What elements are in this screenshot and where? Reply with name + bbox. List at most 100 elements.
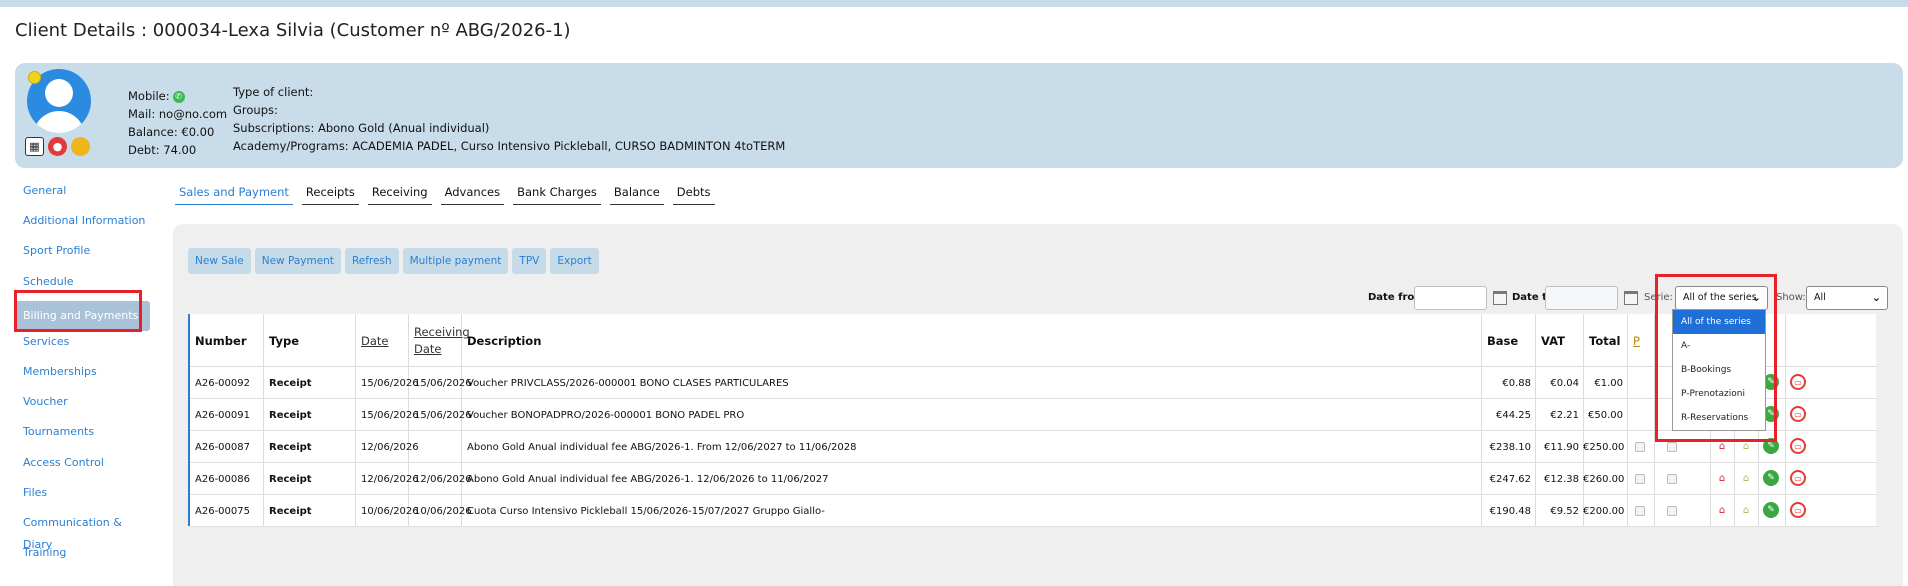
client-contact: Mobile: ✆ Mail: no@no.com Balance: €0.00 … xyxy=(128,87,227,159)
tab-debts[interactable]: Debts xyxy=(672,183,715,205)
client-info: Type of client: Groups: Subscriptions: A… xyxy=(233,83,785,155)
client-academy: Academy/Programs: ACADEMIA PADEL, Curso … xyxy=(233,139,786,153)
cell-number: A26-00086 xyxy=(195,474,250,485)
col-base[interactable]: Base xyxy=(1487,334,1518,348)
sidebar-item-tournaments[interactable]: Tournaments xyxy=(15,421,150,451)
print-icon[interactable]: ▭ xyxy=(1790,438,1806,454)
cell-description: Abono Gold Anual individual fee ABG/2026… xyxy=(467,442,857,453)
tab-bank-charges[interactable]: Bank Charges xyxy=(513,183,601,205)
paid-checkbox[interactable] xyxy=(1635,442,1645,452)
paid-checkbox[interactable] xyxy=(1635,506,1645,516)
col-number[interactable]: Number xyxy=(195,334,247,348)
top-bar xyxy=(0,0,1908,7)
col-description[interactable]: Description xyxy=(467,334,541,348)
edit-icon[interactable]: ✎ xyxy=(1763,502,1779,518)
sidebar-item-general[interactable]: General xyxy=(15,180,150,210)
show-select[interactable]: All ⌄ xyxy=(1806,286,1888,310)
print-icon[interactable]: ▭ xyxy=(1790,502,1806,518)
tpv-button[interactable]: TPV xyxy=(512,248,547,274)
cell-base: €238.10 xyxy=(1489,442,1531,453)
col-date[interactable]: Date xyxy=(361,334,389,348)
sidebar-item-voucher[interactable]: Voucher xyxy=(15,391,150,421)
cell-vat: €0.04 xyxy=(1550,378,1579,389)
whatsapp-icon[interactable]: ✆ xyxy=(172,91,185,103)
col-total[interactable]: Total xyxy=(1589,334,1620,348)
tab-receipts[interactable]: Receipts xyxy=(301,183,359,205)
row-checkbox[interactable] xyxy=(1667,442,1677,452)
cell-description: Voucher PRIVCLASS/2026-000001 BONO CLASE… xyxy=(467,378,789,389)
row-checkbox[interactable] xyxy=(1667,506,1677,516)
col-p[interactable]: P xyxy=(1633,334,1640,348)
new-payment-button[interactable]: New Payment xyxy=(254,248,341,274)
tab-balance[interactable]: Balance xyxy=(609,183,664,205)
tab-sales-and-payment[interactable]: Sales and Payment xyxy=(175,183,293,205)
cell-description: Abono Gold Anual individual fee ABG/2026… xyxy=(467,474,829,485)
receipt-icon[interactable]: ⌂ xyxy=(1714,502,1730,518)
cell-date: 15/06/2026 xyxy=(361,410,419,421)
card-icon[interactable] xyxy=(71,137,90,156)
cell-number: A26-00075 xyxy=(195,506,250,517)
cell-total: €50.00 xyxy=(1588,410,1623,421)
sidebar-item-sport-profile[interactable]: Sport Profile xyxy=(15,240,150,270)
paid-checkbox[interactable] xyxy=(1635,474,1645,484)
payment-icon[interactable]: ⌂ xyxy=(1738,502,1754,518)
print-icon[interactable]: ▭ xyxy=(1790,374,1806,390)
multiple-payment-button[interactable]: Multiple payment xyxy=(402,248,509,274)
table-row[interactable]: A26-00075 Receipt 10/06/2026 10/06/2026 … xyxy=(190,495,1878,527)
receipt-icon[interactable]: ⌂ xyxy=(1714,470,1730,486)
client-subscriptions: Subscriptions: Abono Gold (Anual individ… xyxy=(233,121,490,135)
page-title: Client Details : 000034-Lexa Silvia (Cus… xyxy=(15,20,571,41)
cell-total: €250.00 xyxy=(1583,442,1625,453)
print-icon[interactable]: ▭ xyxy=(1790,406,1806,422)
cell-date: 12/06/2026 xyxy=(361,442,419,453)
client-type: Type of client: xyxy=(233,85,314,99)
col-receiving[interactable]: Receiving xyxy=(414,325,470,339)
col-receiving-date[interactable]: Date xyxy=(414,342,442,356)
calendar-icon[interactable] xyxy=(1493,291,1507,305)
cell-type: Receipt xyxy=(269,410,312,421)
calendar-icon[interactable] xyxy=(1624,291,1638,305)
refresh-button[interactable]: Refresh xyxy=(344,248,399,274)
sidebar-item-memberships[interactable]: Memberships xyxy=(15,361,150,391)
sidebar-item-files[interactable]: Files xyxy=(15,482,150,512)
qr-code-icon[interactable]: ▦ xyxy=(25,137,44,156)
payment-icon[interactable]: ⌂ xyxy=(1738,470,1754,486)
cell-date: 15/06/2026 xyxy=(361,378,419,389)
cell-number: A26-00087 xyxy=(195,442,250,453)
cell-receiving: 10/06/2026 xyxy=(414,506,472,517)
print-icon[interactable]: ▭ xyxy=(1790,470,1806,486)
col-type[interactable]: Type xyxy=(269,334,299,348)
camera-icon[interactable]: ● xyxy=(48,137,67,156)
cell-total: €260.00 xyxy=(1583,474,1625,485)
table-row[interactable]: A26-00087 Receipt 12/06/2026 Abono Gold … xyxy=(190,431,1878,463)
edit-icon[interactable]: ✎ xyxy=(1763,470,1779,486)
cell-type: Receipt xyxy=(269,442,312,453)
sidebar-item-services[interactable]: Services xyxy=(15,331,150,361)
export-button[interactable]: Export xyxy=(550,248,599,274)
tab-receiving[interactable]: Receiving xyxy=(367,183,432,205)
row-checkbox[interactable] xyxy=(1667,474,1677,484)
cell-type: Receipt xyxy=(269,506,312,517)
table-row[interactable]: A26-00092 Receipt 15/06/2026 15/06/2026 … xyxy=(190,367,1878,399)
sidebar-item-training[interactable]: Training xyxy=(15,542,150,572)
date-to-input[interactable] xyxy=(1545,286,1618,310)
cell-receiving: 15/06/2026 xyxy=(414,410,472,421)
sales-panel: New Sale New Payment Refresh Multiple pa… xyxy=(173,224,1903,586)
table-row[interactable]: A26-00086 Receipt 12/06/2026 12/06/2026 … xyxy=(190,463,1878,495)
tab-advances[interactable]: Advances xyxy=(440,183,505,205)
sidebar-item-additional-information[interactable]: Additional Information xyxy=(15,210,150,240)
show-label: Show: xyxy=(1776,292,1806,303)
client-mail: Mail: no@no.com xyxy=(128,107,228,121)
cell-vat: €2.21 xyxy=(1550,410,1579,421)
cell-number: A26-00092 xyxy=(195,378,250,389)
sidebar-item-access-control[interactable]: Access Control xyxy=(15,452,150,482)
tab-bar: Sales and Payment Receipts Receiving Adv… xyxy=(175,183,715,205)
table-row[interactable]: A26-00091 Receipt 15/06/2026 15/06/2026 … xyxy=(190,399,1878,431)
date-from-input[interactable] xyxy=(1414,286,1487,310)
cell-type: Receipt xyxy=(269,378,312,389)
new-sale-button[interactable]: New Sale xyxy=(188,248,251,274)
cell-base: €247.62 xyxy=(1489,474,1531,485)
sidebar-item-communication-diary[interactable]: Communication & Diary xyxy=(15,512,150,551)
col-vat[interactable]: VAT xyxy=(1541,334,1565,348)
cell-vat: €9.52 xyxy=(1550,506,1579,517)
